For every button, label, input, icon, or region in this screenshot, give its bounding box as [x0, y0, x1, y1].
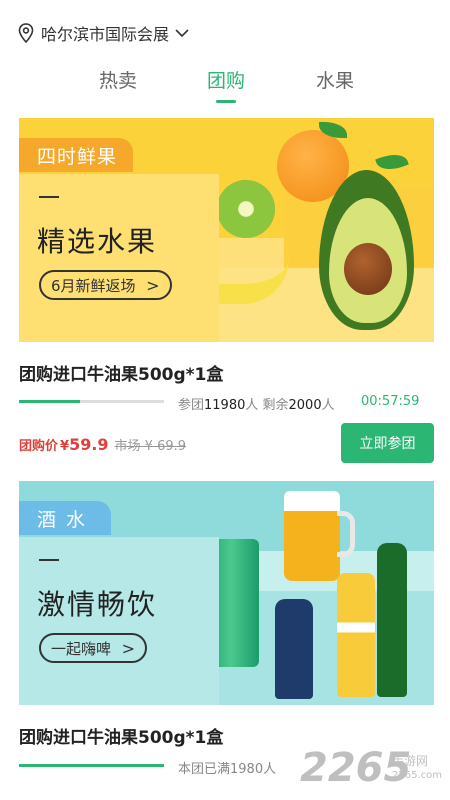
- banner-cta[interactable]: 一起嗨啤 >: [39, 633, 148, 663]
- green-bottle-image: [377, 543, 407, 697]
- group-progress-bar: [19, 764, 164, 767]
- tab-active-indicator: [215, 100, 236, 103]
- chevron-right-icon: >: [121, 639, 136, 658]
- tab-bar: 热卖 团购 水果: [0, 66, 450, 106]
- dark-bottle-image: [275, 599, 313, 699]
- avocado-seed: [344, 243, 392, 295]
- leaf-image: [375, 149, 409, 175]
- banner-text-panel: 精选水果 6月新鲜返场 >: [19, 174, 219, 342]
- banner-headline: 激情畅饮: [37, 588, 158, 621]
- kiwi-image: [217, 180, 275, 238]
- stats-remain: 2000: [288, 398, 322, 413]
- banner-cta[interactable]: 6月新鲜返场 >: [39, 270, 172, 300]
- group-stats: 本团已满1980人: [178, 762, 277, 777]
- beer-mug-image: [284, 491, 340, 581]
- banner-tag: 酒水: [19, 501, 112, 535]
- price-label: 团购价: [19, 439, 59, 454]
- location-selector[interactable]: 哈尔滨市国际会展: [18, 20, 196, 46]
- tab-group-buy-label: 团购: [206, 70, 246, 92]
- market-price: 市场 ¥ 69.9: [114, 439, 187, 454]
- beer-glass-image: [337, 573, 375, 697]
- price-symbol: ¥: [60, 439, 70, 454]
- banner-headline: 精选水果: [37, 225, 158, 258]
- stats-count: 11980: [204, 398, 246, 413]
- banner-cta-label: 6月新鲜返场: [51, 276, 136, 295]
- group-progress-bar: [19, 400, 164, 403]
- tab-group-buy[interactable]: 团购: [206, 66, 246, 103]
- banner-dash: [39, 559, 59, 561]
- fruit-banner[interactable]: 四时鲜果 精选水果 6月新鲜返场 >: [19, 118, 434, 342]
- chevron-down-icon: [175, 29, 189, 38]
- stats-prefix: 参团: [178, 398, 205, 413]
- countdown-timer: 00:57:59: [361, 394, 420, 409]
- join-group-button[interactable]: 立即参团: [341, 423, 434, 463]
- group-progress-fill: [19, 400, 80, 403]
- chevron-right-icon: >: [146, 276, 160, 295]
- drinks-banner[interactable]: 酒水 激情畅饮 一起嗨啤 >: [19, 481, 434, 705]
- location-pin-icon: [18, 23, 34, 43]
- banner-text-panel: 激情畅饮 一起嗨啤 >: [19, 537, 219, 705]
- banner-cta-label: 一起嗨啤: [51, 639, 112, 658]
- group-price: 59.9: [69, 435, 109, 454]
- banner-tag: 四时鲜果: [19, 138, 134, 172]
- tab-hot[interactable]: 热卖: [99, 66, 137, 93]
- watermark-text: 手游网: [392, 754, 429, 768]
- banner-dash: [39, 196, 59, 198]
- stats-end: 人: [321, 398, 335, 413]
- price-row: 团购价 ¥ 59.9 市场 ¥ 69.9: [19, 435, 186, 454]
- product-title[interactable]: 团购进口牛油果500g*1盒: [19, 723, 223, 748]
- mug-handle: [337, 511, 355, 557]
- product-title[interactable]: 团购进口牛油果500g*1盒: [19, 360, 223, 385]
- watermark-url: 2265.com: [392, 770, 442, 781]
- stats-suffix: 人 剩余: [245, 398, 289, 413]
- tab-fruit[interactable]: 水果: [316, 66, 354, 93]
- location-text: 哈尔滨市国际会展: [41, 25, 170, 44]
- group-stats: 参团11980人 剩余2000人: [178, 394, 335, 413]
- group-progress-fill: [19, 764, 164, 767]
